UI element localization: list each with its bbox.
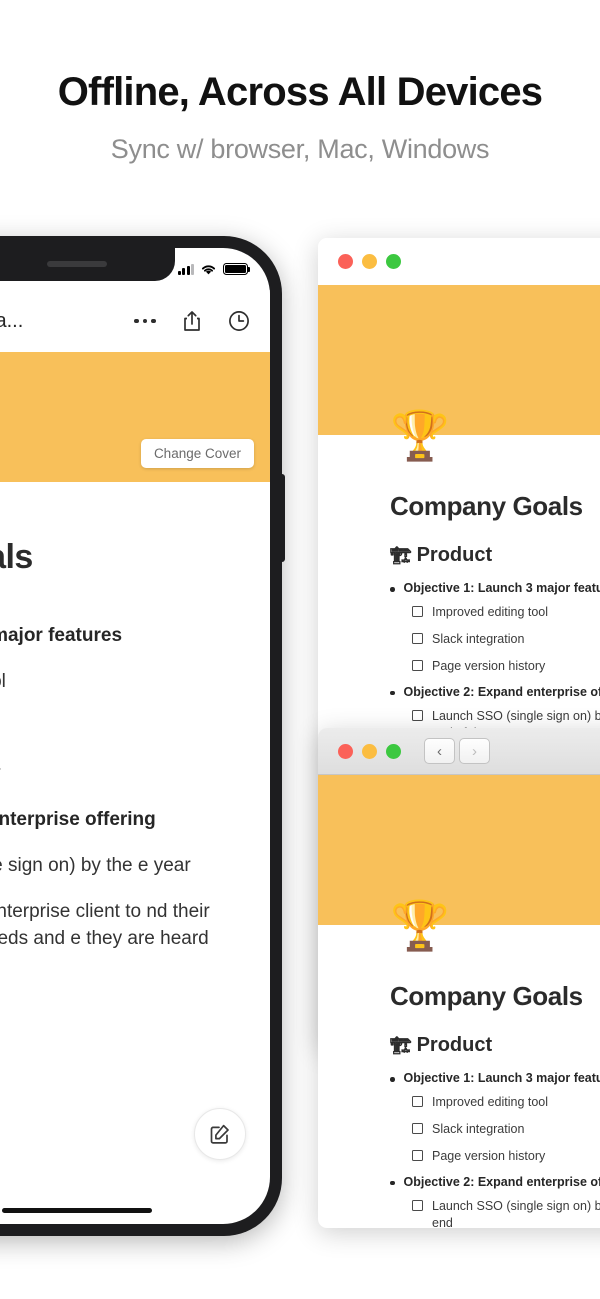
mac-back-checkbox-item[interactable]: Page version history [412, 658, 600, 675]
phone-navbar: 🏆 Compa... [0, 290, 270, 352]
mac-front-cover-image: 🏆 [318, 775, 600, 951]
phone-document-list: aunch 3 major features editing tool gratio… [0, 623, 240, 953]
bullet-icon [390, 690, 395, 696]
phone-home-indicator [2, 1207, 152, 1213]
page-title: Offline, Across All Devices [57, 70, 543, 114]
phone-list-item[interactable]: Expand enterprise offering [0, 807, 240, 834]
checkbox-icon[interactable] [412, 1096, 423, 1107]
checkbox-label: Improved editing tool [432, 605, 549, 619]
mac-front-checkbox-item[interactable]: Improved editing tool [412, 1094, 600, 1111]
minimize-traffic-light[interactable] [362, 254, 377, 269]
mac-front-nav-buttons: ‹ › [424, 738, 490, 764]
clock-icon[interactable] [228, 310, 250, 332]
checkbox-icon[interactable] [412, 659, 423, 671]
signal-bars-icon [177, 263, 194, 275]
construction-icon: 🏗 [390, 1035, 412, 1055]
bullet-label: Objective 2: Expand enterprise offering [403, 1174, 600, 1189]
checkbox-label: Slack integration [432, 1121, 525, 1136]
wifi-icon [201, 264, 216, 274]
ellipsis-icon[interactable] [134, 318, 156, 324]
trophy-icon: 🏆 [390, 410, 450, 463]
mac-front-document-title: Company Goals [390, 981, 583, 1011]
phone-list-item[interactable]: gration [0, 715, 240, 742]
bullet-icon [390, 1180, 395, 1186]
phone-status-bar [0, 248, 270, 290]
mac-front-blocks: Objective 1: Launch 3 major features Impr… [390, 1071, 600, 1228]
phone-document: y Goals aunch 3 major features editing to… [0, 482, 270, 972]
mac-back-document-title: Company Goals [390, 491, 583, 521]
phone-page-title: Compa... [0, 309, 24, 332]
bullet-label: Objective 2: Expand enterprise offering [403, 684, 600, 699]
checkbox-label: Page version history [432, 1148, 546, 1163]
phone-list-item[interactable]: ery new enterprise client to nd their un… [0, 899, 240, 953]
phone-list-item[interactable]: SO (single sign on) by the e year [0, 853, 240, 880]
mac-front-section-heading: 🏗 Product [390, 1034, 600, 1057]
mac-back-bullet-item[interactable]: Objective 1: Launch 3 major features [390, 581, 600, 595]
mac-front-checkbox-item[interactable]: Launch SSO (single sign on) by the end [412, 1198, 600, 1228]
phone-screen: 🏆 Compa... Change Cover [0, 248, 270, 1224]
checkbox-icon[interactable] [412, 632, 423, 644]
mac-front-titlebar: ‹ › [318, 728, 600, 775]
mac-front-bullet-item[interactable]: Objective 1: Launch 3 major features [390, 1071, 600, 1085]
page-subtitle: Sync w/ browser, Mac, Windows [110, 134, 490, 164]
phone-document-title: y Goals [0, 538, 33, 576]
back-button[interactable]: ‹ [424, 738, 455, 764]
phone-list-item[interactable]: aunch 3 major features [0, 623, 240, 650]
phone-navbar-actions [134, 310, 250, 332]
mac-front-checkbox-item[interactable]: Slack integration [412, 1121, 600, 1138]
close-traffic-light[interactable] [338, 743, 353, 759]
mac-back-checkbox-item[interactable]: Slack integration [412, 631, 600, 648]
promo-screenshot: Offline, Across All Devices Sync w/ brow… [0, 0, 600, 1299]
mac-back-bullet-item[interactable]: Objective 2: Expand enterprise offering [390, 685, 600, 699]
mac-front-section-title: Product [416, 1034, 493, 1056]
checkbox-icon[interactable] [412, 1199, 423, 1211]
checkbox-icon[interactable] [412, 1149, 423, 1161]
mac-back-cover-image: 🏆 [318, 285, 600, 461]
minimize-traffic-light[interactable] [362, 743, 377, 759]
phone-cover-image: Change Cover [0, 352, 270, 482]
bullet-label: Objective 1: Launch 3 major features [403, 581, 600, 595]
checkbox-label: Improved editing tool [432, 1095, 549, 1109]
phone-list-item[interactable]: ion history [0, 761, 240, 788]
checkbox-label: Page version history [432, 658, 546, 673]
mac-front-bullet-item[interactable]: Objective 2: Expand enterprise offering [390, 1175, 600, 1189]
mac-back-section-title: Product [416, 544, 493, 566]
bullet-icon [390, 587, 395, 592]
checkbox-icon[interactable] [412, 606, 423, 617]
close-traffic-light[interactable] [338, 254, 353, 269]
checkbox-icon[interactable] [412, 1122, 423, 1134]
battery-icon [223, 263, 251, 275]
compose-button[interactable] [194, 1108, 246, 1160]
bullet-label: Objective 1: Launch 3 major features [403, 1071, 600, 1085]
checkbox-label: Launch SSO (single sign on) by the end [432, 1198, 600, 1228]
mac-back-section-heading: 🏗 Product [390, 544, 600, 567]
phone-mockup: 🏆 Compa... Change Cover [0, 236, 285, 1236]
change-cover-button[interactable]: Change Cover [140, 439, 254, 468]
compose-icon [210, 1124, 229, 1144]
trophy-icon: 🏆 [390, 900, 450, 953]
mac-front-document: Company Goals 🏗 Product Objective 1: Lau… [318, 925, 600, 1228]
checkbox-icon[interactable] [412, 709, 423, 721]
bullet-icon [390, 1077, 395, 1082]
construction-icon: 🏗 [390, 545, 412, 565]
forward-button[interactable]: › [459, 738, 490, 764]
mac-back-titlebar [318, 238, 600, 285]
checkbox-label: Slack integration [432, 631, 525, 646]
maximize-traffic-light[interactable] [386, 254, 401, 269]
phone-side-button[interactable] [281, 474, 285, 562]
mac-window-front: ‹ › 🏆 Company Goals 🏗 Product Objective … [318, 728, 600, 1228]
phone-list-item[interactable]: editing tool [0, 669, 240, 696]
mac-back-checkbox-item[interactable]: Improved editing tool [412, 604, 600, 621]
mac-front-checkbox-item[interactable]: Page version history [412, 1148, 600, 1165]
maximize-traffic-light[interactable] [386, 743, 401, 759]
share-icon[interactable] [182, 310, 202, 332]
